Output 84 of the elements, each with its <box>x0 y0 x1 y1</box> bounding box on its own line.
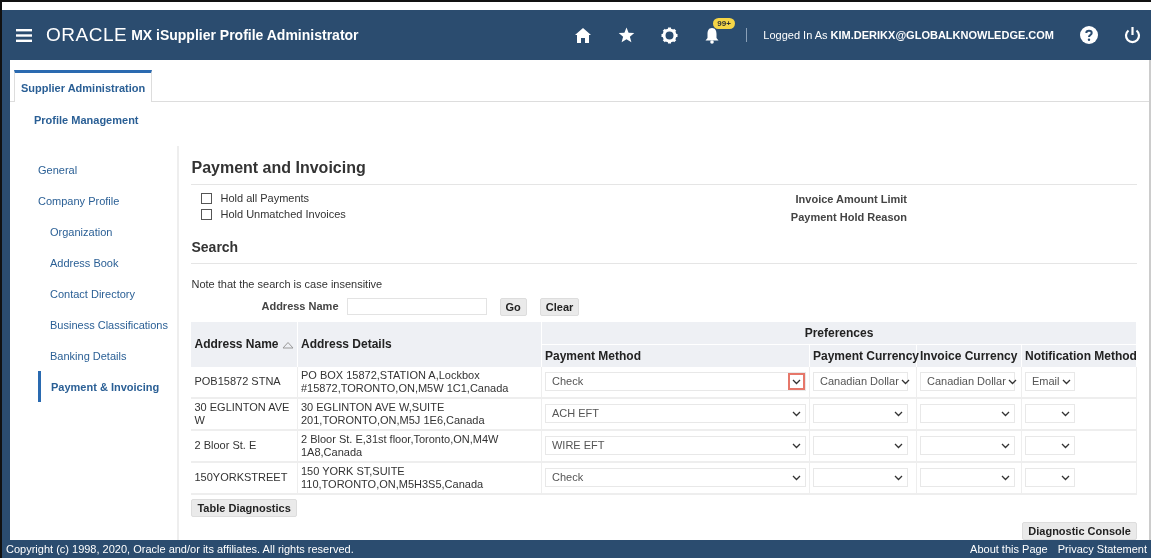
field-label: Invoice Amount Limit <box>795 191 907 207</box>
invoice-currency-dropdown[interactable] <box>919 468 1015 487</box>
address-name-field[interactable] <box>346 298 487 315</box>
checkbox[interactable] <box>201 209 213 220</box>
notification-method-dropdown[interactable] <box>1024 468 1075 487</box>
payment-currency-dropdown[interactable]: Canadian Dollar <box>812 372 908 391</box>
chevron-down-icon <box>1060 442 1070 449</box>
sidebar-item[interactable]: Business Classifications <box>10 308 178 340</box>
page-title: Payment and Invoicing <box>191 141 1137 185</box>
go-button[interactable]: Go <box>499 297 527 316</box>
chevron-down-icon <box>1062 378 1072 385</box>
checkbox-label: Hold all Payments <box>220 191 310 207</box>
table-cell: 2 Bloor St. E,31st floor,Toronto,ON,M4W 1A8,Canada <box>297 429 542 462</box>
sidebar-item[interactable]: Company Profile <box>10 184 178 216</box>
chevron-down-icon <box>791 442 801 449</box>
sidebar-item[interactable]: Address Book <box>10 246 178 278</box>
table-cell: 2 Bloor St. E <box>191 429 298 462</box>
star-icon[interactable] <box>618 27 636 43</box>
table-cell: POB15872 STNA <box>191 366 298 398</box>
oracle-logo: ORACLE <box>46 22 128 47</box>
table-diagnostics-button[interactable]: Table Diagnostics <box>191 498 297 517</box>
sidebar-item[interactable]: Organization <box>10 215 178 247</box>
settings-icon[interactable] <box>661 26 679 44</box>
home-icon[interactable] <box>574 26 593 44</box>
notification-count-badge: 99+ <box>713 17 735 29</box>
chevron-down-icon <box>1060 410 1070 417</box>
menu-icon[interactable] <box>16 28 32 42</box>
footer-link[interactable]: About this Page <box>970 540 1048 558</box>
payment-method-dropdown[interactable]: WIRE EFT <box>544 436 806 455</box>
payment-currency-dropdown[interactable] <box>812 404 908 423</box>
chevron-down-icon <box>893 442 903 449</box>
notification-bell-icon[interactable] <box>704 26 721 44</box>
checkbox-label: Hold Unmatched Invoices <box>220 207 346 223</box>
table-cell: 30 EGLINTON AVE W,SUITE 201,TORONTO,ON,M5J 1E6,Canada <box>297 397 542 430</box>
group-header: Preferences <box>541 321 1137 344</box>
app-title: MX iSupplier Profile Administrator <box>131 25 359 45</box>
sidebar-item[interactable]: Payment & Invoicing <box>38 370 178 402</box>
user-email: KIM.DERIKX@GLOBALKNOWLEDGE.COM <box>830 28 1054 41</box>
chevron-down-icon <box>1000 442 1010 449</box>
section-title: Search <box>191 232 1137 264</box>
payment-currency-dropdown[interactable] <box>812 468 908 487</box>
invoice-currency-dropdown[interactable] <box>919 404 1015 423</box>
copyright-text: Copyright (c) 1998, 2020, Oracle and/or its affiliates. All rights reserved. <box>6 541 354 557</box>
notification-method-dropdown[interactable] <box>1024 436 1075 455</box>
clear-button[interactable]: Clear <box>539 297 580 316</box>
payment-method-dropdown[interactable]: ACH EFT <box>544 404 806 423</box>
sort-ascending-icon[interactable] <box>281 340 294 349</box>
table-cell: 150YORKSTREET <box>191 461 298 494</box>
diagnostic-console-button[interactable]: Diagnostic Console <box>1022 521 1137 540</box>
payment-currency-dropdown[interactable] <box>812 436 908 455</box>
power-icon[interactable] <box>1124 26 1141 44</box>
chevron-down-icon <box>1000 474 1010 481</box>
payment-method-dropdown[interactable]: Check <box>544 468 806 487</box>
chevron-down-icon <box>893 410 903 417</box>
notification-method-dropdown[interactable]: Email <box>1024 372 1075 391</box>
payment-method-dropdown[interactable]: Check <box>544 372 806 391</box>
chevron-down-icon <box>1000 410 1010 417</box>
invoice-currency-dropdown[interactable]: Canadian Dollar <box>919 372 1015 391</box>
chevron-down-icon <box>900 378 910 385</box>
sidebar-item[interactable]: Banking Details <box>10 339 178 371</box>
column-header: Address Details <box>297 321 542 367</box>
field-label: Address Name <box>261 299 339 315</box>
notification-method-dropdown[interactable] <box>1024 404 1075 423</box>
field-label: Payment Hold Reason <box>790 209 907 225</box>
chevron-down-icon <box>1060 474 1070 481</box>
help-icon[interactable] <box>1080 26 1098 44</box>
table-cell: 150 YORK ST,SUITE 110,TORONTO,ON,M5H3S5,Canada <box>297 461 542 494</box>
chevron-down-icon <box>893 474 903 481</box>
checkbox[interactable] <box>201 193 213 204</box>
invoice-currency-dropdown[interactable] <box>919 436 1015 455</box>
sidebar-item[interactable]: General <box>10 153 178 185</box>
chevron-down-icon <box>1007 378 1017 385</box>
sidebar-item[interactable]: Contact Directory <box>10 277 178 309</box>
tab[interactable]: Supplier Administration <box>14 70 153 102</box>
table-cell: 30 EGLINTON AVE W <box>191 397 298 430</box>
chevron-down-icon <box>791 378 801 385</box>
profile-management-link[interactable]: Profile Management <box>34 113 139 126</box>
chevron-down-icon <box>791 410 801 417</box>
chevron-down-icon <box>791 474 801 481</box>
logged-in-label: Logged In As <box>763 28 828 41</box>
column-header: Payment Method <box>541 344 810 367</box>
footer-link[interactable]: Privacy Statement <box>1057 540 1147 558</box>
search-note: Note that the search is case insensitive <box>191 277 383 290</box>
table-cell: PO BOX 15872,STATION A,Lockbox #15872,TORONTO,ON,M5W 1C1,Canada <box>297 366 542 398</box>
